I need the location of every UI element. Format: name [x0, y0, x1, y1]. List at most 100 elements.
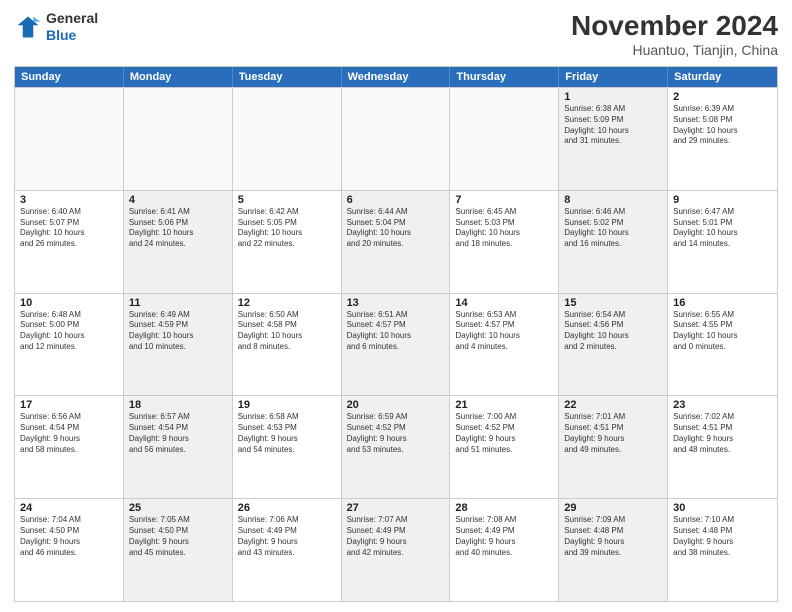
- calendar-cell: [450, 88, 559, 190]
- day-number: 5: [238, 194, 336, 206]
- calendar-row-3: 10Sunrise: 6:48 AM Sunset: 5:00 PM Dayli…: [15, 293, 777, 396]
- cell-info: Sunrise: 6:40 AM Sunset: 5:07 PM Dayligh…: [20, 207, 118, 250]
- cell-info: Sunrise: 7:02 AM Sunset: 4:51 PM Dayligh…: [673, 412, 772, 455]
- calendar-cell: 5Sunrise: 6:42 AM Sunset: 5:05 PM Daylig…: [233, 191, 342, 293]
- day-number: 12: [238, 297, 336, 309]
- cell-info: Sunrise: 7:06 AM Sunset: 4:49 PM Dayligh…: [238, 515, 336, 558]
- header-cell-sunday: Sunday: [15, 67, 124, 87]
- page: General Blue November 2024 Huantuo, Tian…: [0, 0, 792, 612]
- calendar-cell: 9Sunrise: 6:47 AM Sunset: 5:01 PM Daylig…: [668, 191, 777, 293]
- calendar-header: SundayMondayTuesdayWednesdayThursdayFrid…: [15, 67, 777, 87]
- day-number: 23: [673, 399, 772, 411]
- cell-info: Sunrise: 6:54 AM Sunset: 4:56 PM Dayligh…: [564, 310, 662, 353]
- day-number: 9: [673, 194, 772, 206]
- cell-info: Sunrise: 6:47 AM Sunset: 5:01 PM Dayligh…: [673, 207, 772, 250]
- day-number: 29: [564, 502, 662, 514]
- location: Huantuo, Tianjin, China: [571, 42, 778, 58]
- calendar-cell: 3Sunrise: 6:40 AM Sunset: 5:07 PM Daylig…: [15, 191, 124, 293]
- calendar-cell: 21Sunrise: 7:00 AM Sunset: 4:52 PM Dayli…: [450, 396, 559, 498]
- cell-info: Sunrise: 6:57 AM Sunset: 4:54 PM Dayligh…: [129, 412, 227, 455]
- day-number: 16: [673, 297, 772, 309]
- cell-info: Sunrise: 6:55 AM Sunset: 4:55 PM Dayligh…: [673, 310, 772, 353]
- header-cell-thursday: Thursday: [450, 67, 559, 87]
- day-number: 26: [238, 502, 336, 514]
- logo-icon: [14, 13, 42, 41]
- calendar-body: 1Sunrise: 6:38 AM Sunset: 5:09 PM Daylig…: [15, 87, 777, 601]
- cell-info: Sunrise: 7:10 AM Sunset: 4:48 PM Dayligh…: [673, 515, 772, 558]
- cell-info: Sunrise: 7:00 AM Sunset: 4:52 PM Dayligh…: [455, 412, 553, 455]
- day-number: 21: [455, 399, 553, 411]
- calendar-cell: 6Sunrise: 6:44 AM Sunset: 5:04 PM Daylig…: [342, 191, 451, 293]
- cell-info: Sunrise: 6:48 AM Sunset: 5:00 PM Dayligh…: [20, 310, 118, 353]
- day-number: 30: [673, 502, 772, 514]
- cell-info: Sunrise: 7:09 AM Sunset: 4:48 PM Dayligh…: [564, 515, 662, 558]
- cell-info: Sunrise: 6:51 AM Sunset: 4:57 PM Dayligh…: [347, 310, 445, 353]
- day-number: 14: [455, 297, 553, 309]
- cell-info: Sunrise: 7:04 AM Sunset: 4:50 PM Dayligh…: [20, 515, 118, 558]
- calendar-cell: 22Sunrise: 7:01 AM Sunset: 4:51 PM Dayli…: [559, 396, 668, 498]
- calendar-cell: 10Sunrise: 6:48 AM Sunset: 5:00 PM Dayli…: [15, 294, 124, 396]
- calendar-cell: 25Sunrise: 7:05 AM Sunset: 4:50 PM Dayli…: [124, 499, 233, 601]
- cell-info: Sunrise: 6:53 AM Sunset: 4:57 PM Dayligh…: [455, 310, 553, 353]
- day-number: 27: [347, 502, 445, 514]
- calendar-cell: 1Sunrise: 6:38 AM Sunset: 5:09 PM Daylig…: [559, 88, 668, 190]
- calendar: SundayMondayTuesdayWednesdayThursdayFrid…: [14, 66, 778, 602]
- cell-info: Sunrise: 6:45 AM Sunset: 5:03 PM Dayligh…: [455, 207, 553, 250]
- calendar-cell: [233, 88, 342, 190]
- day-number: 19: [238, 399, 336, 411]
- cell-info: Sunrise: 6:49 AM Sunset: 4:59 PM Dayligh…: [129, 310, 227, 353]
- cell-info: Sunrise: 6:39 AM Sunset: 5:08 PM Dayligh…: [673, 104, 772, 147]
- cell-info: Sunrise: 6:38 AM Sunset: 5:09 PM Dayligh…: [564, 104, 662, 147]
- calendar-cell: 20Sunrise: 6:59 AM Sunset: 4:52 PM Dayli…: [342, 396, 451, 498]
- calendar-cell: 18Sunrise: 6:57 AM Sunset: 4:54 PM Dayli…: [124, 396, 233, 498]
- header-cell-tuesday: Tuesday: [233, 67, 342, 87]
- calendar-cell: 7Sunrise: 6:45 AM Sunset: 5:03 PM Daylig…: [450, 191, 559, 293]
- day-number: 2: [673, 91, 772, 103]
- calendar-cell: 28Sunrise: 7:08 AM Sunset: 4:49 PM Dayli…: [450, 499, 559, 601]
- day-number: 6: [347, 194, 445, 206]
- day-number: 17: [20, 399, 118, 411]
- calendar-cell: 8Sunrise: 6:46 AM Sunset: 5:02 PM Daylig…: [559, 191, 668, 293]
- cell-info: Sunrise: 6:50 AM Sunset: 4:58 PM Dayligh…: [238, 310, 336, 353]
- day-number: 3: [20, 194, 118, 206]
- calendar-cell: 30Sunrise: 7:10 AM Sunset: 4:48 PM Dayli…: [668, 499, 777, 601]
- calendar-cell: 17Sunrise: 6:56 AM Sunset: 4:54 PM Dayli…: [15, 396, 124, 498]
- calendar-cell: 12Sunrise: 6:50 AM Sunset: 4:58 PM Dayli…: [233, 294, 342, 396]
- calendar-cell: 11Sunrise: 6:49 AM Sunset: 4:59 PM Dayli…: [124, 294, 233, 396]
- header-cell-saturday: Saturday: [668, 67, 777, 87]
- day-number: 8: [564, 194, 662, 206]
- calendar-cell: 4Sunrise: 6:41 AM Sunset: 5:06 PM Daylig…: [124, 191, 233, 293]
- calendar-cell: 2Sunrise: 6:39 AM Sunset: 5:08 PM Daylig…: [668, 88, 777, 190]
- day-number: 20: [347, 399, 445, 411]
- calendar-row-2: 3Sunrise: 6:40 AM Sunset: 5:07 PM Daylig…: [15, 190, 777, 293]
- cell-info: Sunrise: 6:44 AM Sunset: 5:04 PM Dayligh…: [347, 207, 445, 250]
- calendar-cell: 23Sunrise: 7:02 AM Sunset: 4:51 PM Dayli…: [668, 396, 777, 498]
- cell-info: Sunrise: 6:42 AM Sunset: 5:05 PM Dayligh…: [238, 207, 336, 250]
- cell-info: Sunrise: 6:58 AM Sunset: 4:53 PM Dayligh…: [238, 412, 336, 455]
- day-number: 15: [564, 297, 662, 309]
- cell-info: Sunrise: 7:01 AM Sunset: 4:51 PM Dayligh…: [564, 412, 662, 455]
- calendar-cell: 14Sunrise: 6:53 AM Sunset: 4:57 PM Dayli…: [450, 294, 559, 396]
- day-number: 18: [129, 399, 227, 411]
- header-cell-friday: Friday: [559, 67, 668, 87]
- calendar-row-1: 1Sunrise: 6:38 AM Sunset: 5:09 PM Daylig…: [15, 87, 777, 190]
- day-number: 13: [347, 297, 445, 309]
- logo: General Blue: [14, 10, 98, 44]
- cell-info: Sunrise: 6:46 AM Sunset: 5:02 PM Dayligh…: [564, 207, 662, 250]
- day-number: 1: [564, 91, 662, 103]
- day-number: 7: [455, 194, 553, 206]
- calendar-cell: 15Sunrise: 6:54 AM Sunset: 4:56 PM Dayli…: [559, 294, 668, 396]
- calendar-cell: [342, 88, 451, 190]
- month-title: November 2024: [571, 10, 778, 42]
- calendar-row-4: 17Sunrise: 6:56 AM Sunset: 4:54 PM Dayli…: [15, 395, 777, 498]
- cell-info: Sunrise: 6:56 AM Sunset: 4:54 PM Dayligh…: [20, 412, 118, 455]
- day-number: 25: [129, 502, 227, 514]
- cell-info: Sunrise: 6:41 AM Sunset: 5:06 PM Dayligh…: [129, 207, 227, 250]
- calendar-cell: 24Sunrise: 7:04 AM Sunset: 4:50 PM Dayli…: [15, 499, 124, 601]
- calendar-cell: [15, 88, 124, 190]
- calendar-cell: 16Sunrise: 6:55 AM Sunset: 4:55 PM Dayli…: [668, 294, 777, 396]
- header-cell-wednesday: Wednesday: [342, 67, 451, 87]
- day-number: 4: [129, 194, 227, 206]
- calendar-cell: 29Sunrise: 7:09 AM Sunset: 4:48 PM Dayli…: [559, 499, 668, 601]
- calendar-cell: 13Sunrise: 6:51 AM Sunset: 4:57 PM Dayli…: [342, 294, 451, 396]
